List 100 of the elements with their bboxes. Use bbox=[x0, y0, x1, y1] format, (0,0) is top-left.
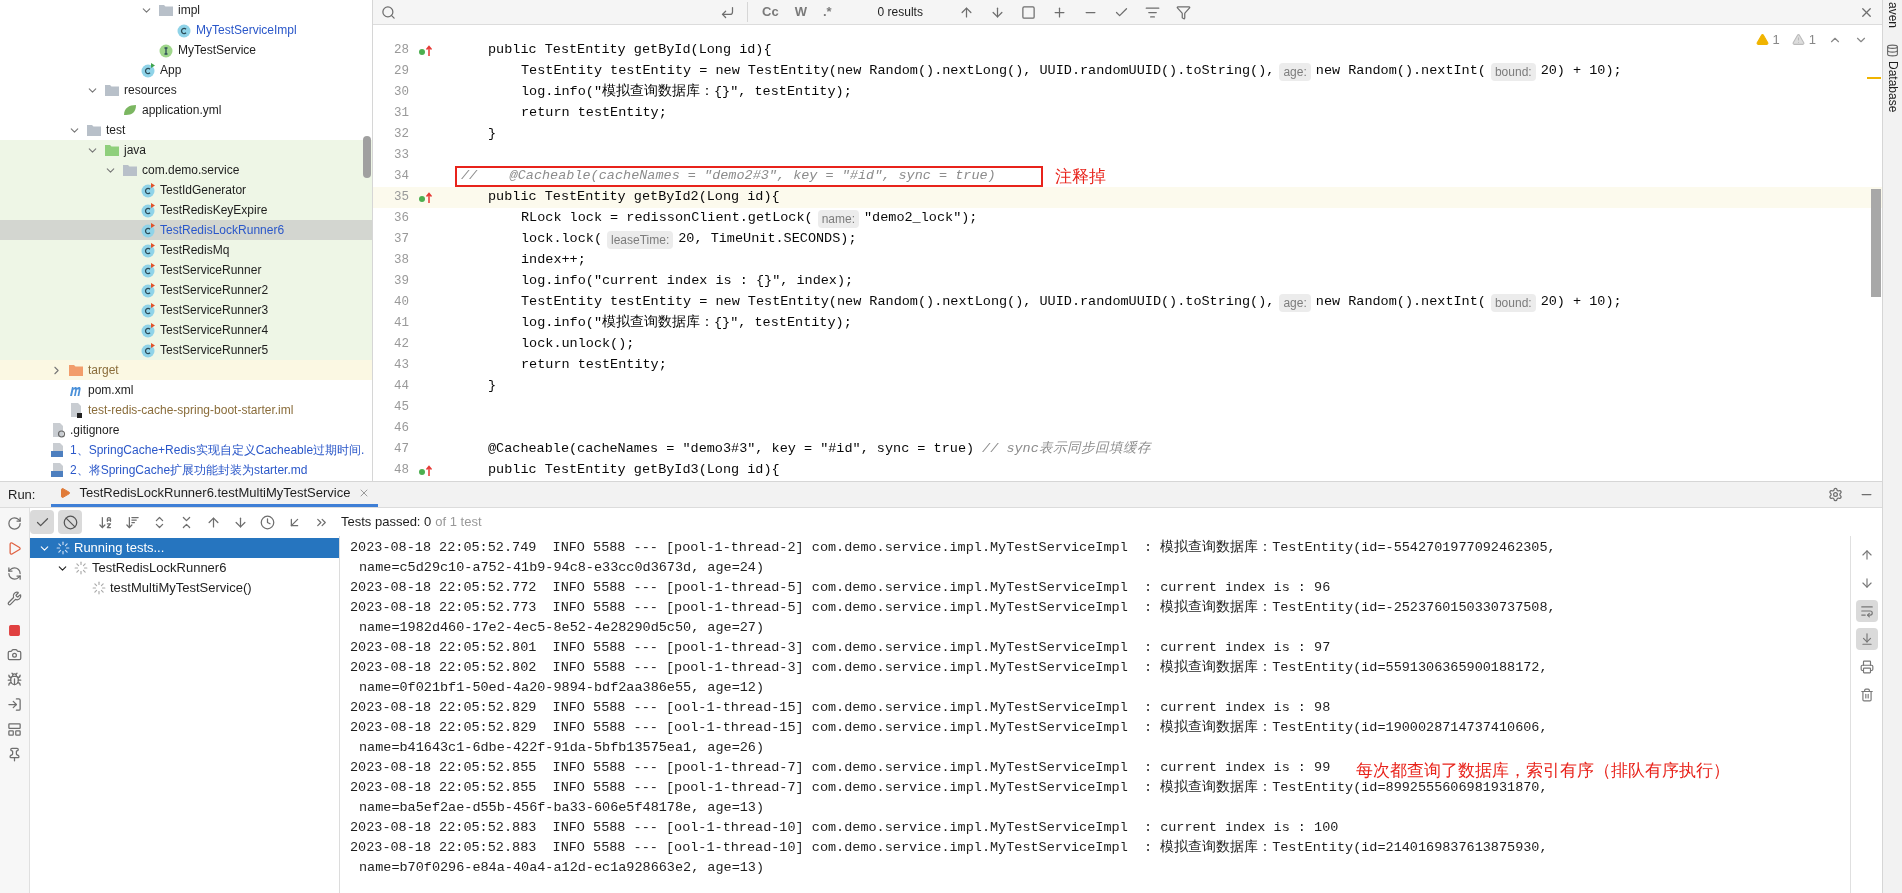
code-text: 20) + 10); bbox=[1540, 293, 1622, 312]
run-config-icon bbox=[59, 487, 72, 499]
camera-icon[interactable] bbox=[7, 647, 22, 662]
tree-item[interactable]: .gitignore bbox=[0, 420, 372, 440]
history-icon[interactable] bbox=[260, 514, 275, 530]
tree-item[interactable]: MyTestServiceImpl bbox=[0, 20, 372, 40]
test-class-icon bbox=[140, 242, 156, 258]
console-line: 2023-08-18 22:05:52.883 INFO 5588 --- [ool-1-thread-10] com.demo.service.impl.MyTestServiceImpl : current index is : 100 bbox=[350, 819, 1339, 837]
line-number: 34 bbox=[393, 168, 409, 186]
tree-item[interactable]: com.demo.service bbox=[0, 160, 372, 180]
filter-toggle[interactable] bbox=[30, 510, 54, 534]
database-icon bbox=[1886, 44, 1899, 58]
tree-item[interactable]: TestRedisLockRunner6 bbox=[0, 220, 372, 240]
tree-item[interactable]: target bbox=[0, 360, 372, 380]
tree-item[interactable]: application.yml bbox=[0, 100, 372, 120]
app-class-icon bbox=[140, 62, 156, 78]
code-text: TestEntity testEntity = new TestEntity(new Random().nextLong(), UUID.randomUUID().toString(), bbox=[521, 62, 1275, 81]
console-line: 2023-08-18 22:05:52.802 INFO 5588 --- [pool-1-thread-3] com.demo.service.impl.MyTestServiceImpl : 模拟查询数据库：TestEntity(id=5591306365900188172, bbox=[350, 658, 1548, 677]
rerun-failed-icon[interactable] bbox=[7, 541, 22, 556]
tree-item[interactable]: TestServiceRunner2 bbox=[0, 280, 372, 300]
warning-stripe-mark bbox=[1867, 77, 1881, 79]
tree-item[interactable]: MyTestService bbox=[0, 40, 372, 60]
console-action[interactable] bbox=[1855, 628, 1878, 650]
line-number: 29 bbox=[393, 63, 409, 81]
filter-icon[interactable] bbox=[1175, 4, 1191, 20]
tree-item[interactable]: 1、SpringCache+Redis实现自定义Cacheable过期时间. bbox=[0, 440, 372, 460]
import-icon[interactable] bbox=[7, 697, 22, 712]
up-arrow-icon bbox=[1859, 548, 1874, 562]
tree-item[interactable]: TestRedisKeyExpire bbox=[0, 200, 372, 220]
test-node[interactable]: TestRedisLockRunner6 bbox=[30, 558, 339, 578]
lines-icon[interactable] bbox=[1144, 4, 1160, 20]
run-tab[interactable]: TestRedisLockRunner6.testMultiMyTestService bbox=[51, 482, 379, 507]
filter-toggle[interactable] bbox=[58, 510, 82, 534]
search-option-toggle[interactable]: W bbox=[792, 2, 809, 22]
toggle-auto-test-icon[interactable] bbox=[7, 566, 22, 581]
inspection-count[interactable]: 1 bbox=[1755, 30, 1780, 50]
wrench-icon[interactable] bbox=[7, 591, 22, 606]
override-marker-icon[interactable] bbox=[418, 191, 434, 204]
sort-alphabetical-icon[interactable] bbox=[98, 514, 113, 530]
tree-item[interactable]: TestServiceRunner3 bbox=[0, 300, 372, 320]
line-number: 44 bbox=[393, 378, 409, 396]
console-action[interactable] bbox=[1855, 600, 1878, 622]
spinner-icon bbox=[92, 581, 106, 595]
bug-icon[interactable] bbox=[7, 672, 22, 687]
search-option-toggle[interactable]: Cc bbox=[760, 2, 781, 22]
code-text: RLock lock = redissonClient.getLock( bbox=[521, 209, 813, 228]
plus-icon[interactable] bbox=[1051, 4, 1067, 20]
stop-icon[interactable] bbox=[8, 624, 21, 637]
down-arrow-icon[interactable] bbox=[989, 4, 1005, 20]
console-line: 2023-08-18 22:05:52.829 INFO 5588 --- [ool-1-thread-15] com.demo.service.impl.MyTestServiceImpl : 模拟查询数据库：TestEntity(id=1900028714737410606, bbox=[350, 718, 1548, 737]
test-node[interactable]: Running tests... bbox=[30, 538, 339, 558]
console-line: name=ba5ef2ae-d55b-456f-ba33-606e5f48178e, age=13) bbox=[358, 799, 765, 817]
console-line: 2023-08-18 22:05:52.749 INFO 5588 --- [pool-1-thread-2] com.demo.service.impl.MyTestServiceImpl : 模拟查询数据库：TestEntity(id=-5542701977092462305, bbox=[350, 538, 1556, 557]
code-text: } bbox=[488, 377, 497, 396]
code-text: log.info("模拟查询数据库：{}", testEntity); bbox=[521, 82, 852, 102]
code-text: } bbox=[488, 125, 497, 144]
tree-item[interactable]: impl bbox=[0, 0, 372, 20]
code-text: "demo2_lock"); bbox=[864, 209, 978, 228]
rerun-icon[interactable] bbox=[7, 516, 22, 531]
pin-icon[interactable] bbox=[7, 747, 22, 762]
console-line: name=b41643c1-6dbe-422f-91da-5bfb13575ea1, age=26) bbox=[358, 739, 765, 757]
line-number: 36 bbox=[393, 210, 409, 228]
search-icon[interactable] bbox=[381, 4, 396, 20]
settings-icon[interactable] bbox=[1828, 487, 1843, 502]
warning-icon bbox=[1791, 33, 1805, 47]
new-line-icon[interactable] bbox=[720, 4, 735, 20]
code-text: new Random().nextInt( bbox=[1315, 293, 1486, 312]
tree-item[interactable]: App bbox=[0, 60, 372, 80]
line-number: 41 bbox=[393, 315, 409, 333]
test-node[interactable]: testMultiMyTestService() bbox=[30, 578, 339, 598]
scrollbar-thumb[interactable] bbox=[1871, 189, 1881, 297]
tool-window-tab[interactable]: aven bbox=[1883, 2, 1902, 29]
tool-window-tab[interactable]: Database bbox=[1883, 61, 1902, 113]
tree-item[interactable]: test bbox=[0, 120, 372, 140]
tree-item[interactable]: 2、将SpringCache扩展功能封装为starter.md bbox=[0, 460, 372, 480]
inlay-hint: bound: bbox=[1490, 293, 1536, 312]
inspection-count[interactable]: 1 bbox=[1791, 30, 1816, 50]
tree-item[interactable]: TestIdGenerator bbox=[0, 180, 372, 200]
tree-item[interactable]: test-redis-cache-spring-boot-starter.iml bbox=[0, 400, 372, 420]
inlay-hint: leaseTime: bbox=[607, 230, 674, 249]
override-marker-icon[interactable] bbox=[418, 464, 434, 477]
console-line: 2023-08-18 22:05:52.772 INFO 5588 --- [pool-1-thread-5] com.demo.service.impl.MyTestServiceImpl : current index is : 96 bbox=[350, 579, 1331, 597]
trash-icon bbox=[1859, 688, 1874, 702]
sort-duration-icon[interactable] bbox=[125, 514, 140, 530]
line-number: 45 bbox=[393, 399, 409, 417]
square-icon[interactable] bbox=[1020, 4, 1036, 20]
down-arrow-icon[interactable] bbox=[233, 514, 248, 530]
tree-item[interactable]: pom.xml bbox=[0, 380, 372, 400]
tree-item[interactable]: TestServiceRunner5 bbox=[0, 340, 372, 360]
search-option-toggle[interactable]: .* bbox=[820, 2, 834, 22]
scrollbar-thumb[interactable] bbox=[363, 136, 371, 178]
tree-item[interactable]: java bbox=[0, 140, 372, 160]
tree-item[interactable]: TestRedisMq bbox=[0, 240, 372, 260]
tree-item[interactable]: TestServiceRunner bbox=[0, 260, 372, 280]
override-marker-icon[interactable] bbox=[418, 44, 434, 57]
tree-item[interactable]: resources bbox=[0, 80, 372, 100]
test-class-icon bbox=[140, 302, 156, 318]
layout-icon[interactable] bbox=[7, 722, 22, 737]
tree-item[interactable]: TestServiceRunner4 bbox=[0, 320, 372, 340]
console-line: name=1982d460-17e2-4ec5-8e52-4e28290d5c50, age=27) bbox=[358, 619, 765, 637]
